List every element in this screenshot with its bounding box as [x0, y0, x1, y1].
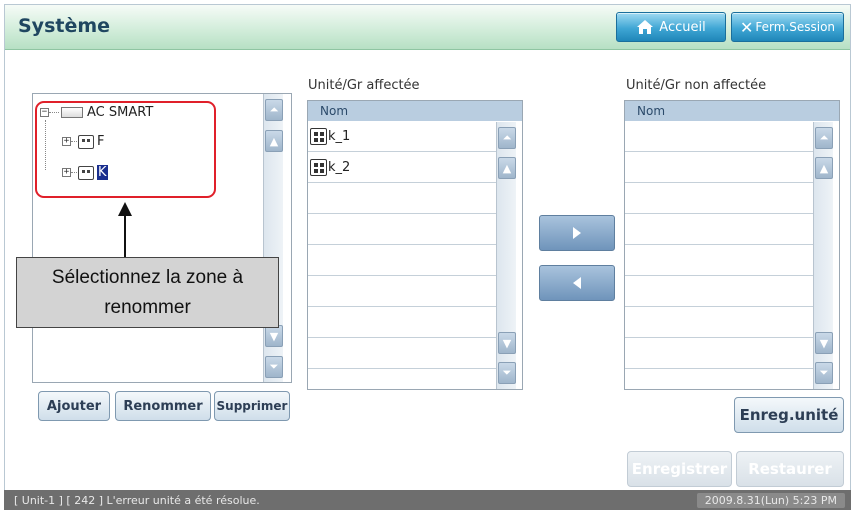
list-row-empty [625, 153, 813, 183]
close-icon: ✕ [739, 17, 754, 37]
home-button[interactable]: Accueil [616, 12, 726, 42]
arrow-line [124, 213, 126, 257]
move-right-button[interactable] [539, 215, 615, 251]
list-item-label: k_1 [328, 129, 351, 144]
home-icon [637, 20, 654, 34]
list-row-empty [625, 122, 813, 152]
rename-button[interactable]: Renommer [115, 391, 211, 421]
list-row-empty [308, 308, 496, 338]
scroll-down-icon[interactable]: ▼ [815, 332, 833, 354]
app-window: Système Accueil ✕ Ferm.Session − AC SMAR… [4, 4, 851, 510]
add-button[interactable]: Ajouter [38, 391, 110, 421]
list-row-empty [625, 215, 813, 245]
list-item[interactable]: k_2 [308, 153, 496, 183]
unassigned-column-header: Nom [625, 101, 839, 121]
assigned-list-title: Unité/Gr affectée [308, 78, 420, 93]
scroll-down-icon[interactable]: ▼ [498, 332, 516, 354]
list-row-empty [308, 215, 496, 245]
list-row-empty [625, 277, 813, 307]
scroll-top-icon[interactable]: ⏶ [265, 99, 283, 121]
move-left-button[interactable] [539, 265, 615, 301]
scroll-up-icon[interactable]: ▲ [265, 130, 283, 152]
highlight-box [35, 101, 216, 198]
scroll-top-icon[interactable]: ⏶ [815, 127, 833, 149]
unassigned-list-title: Unité/Gr non affectée [626, 78, 767, 93]
assigned-scrollbar[interactable]: ⏶ ▲ ▼ ⏷ [496, 122, 516, 389]
scroll-up-icon[interactable]: ▲ [498, 157, 516, 179]
unit-group-icon [310, 128, 327, 145]
list-row-empty [308, 246, 496, 276]
unit-group-icon [310, 159, 327, 176]
assigned-list[interactable]: Nom k_1 k_2 ⏶ ▲ ▼ ⏷ [307, 100, 523, 390]
restore-button[interactable]: Restaurer [736, 451, 844, 487]
assigned-column-header: Nom [308, 101, 522, 121]
list-item-label: k_2 [328, 160, 351, 175]
delete-button[interactable]: Supprimer [214, 391, 290, 421]
scroll-top-icon[interactable]: ⏶ [498, 127, 516, 149]
list-item[interactable]: k_1 [308, 122, 496, 152]
scroll-bottom-icon[interactable]: ⏷ [815, 362, 833, 384]
unassigned-scrollbar[interactable]: ⏶ ▲ ▼ ⏷ [813, 122, 833, 389]
scroll-bottom-icon[interactable]: ⏷ [498, 362, 516, 384]
list-row-empty [308, 184, 496, 214]
header-bar: Système Accueil ✕ Ferm.Session [5, 5, 850, 50]
status-bar: [ Unit-1 ] [ 242 ] L'erreur unité a été … [4, 490, 851, 510]
scroll-bottom-icon[interactable]: ⏷ [265, 356, 283, 378]
list-row-empty [625, 246, 813, 276]
page-title: Système [18, 15, 111, 37]
list-row-empty [625, 339, 813, 369]
save-button[interactable]: Enregistrer [627, 451, 732, 487]
logout-button-label: Ferm.Session [755, 20, 836, 34]
list-row-empty [308, 277, 496, 307]
save-unit-button[interactable]: Enreg.unité [734, 397, 844, 433]
instruction-callout: Sélectionnez la zone à renommer [16, 257, 279, 328]
list-row-empty [308, 339, 496, 369]
tree-scrollbar[interactable]: ⏶ ▲ ▼ ⏷ [263, 94, 283, 382]
scroll-down-icon[interactable]: ▼ [265, 325, 283, 347]
status-datetime: 2009.8.31(Lun) 5:23 PM [696, 492, 845, 508]
arrow-left-icon [573, 277, 581, 289]
arrow-right-icon [573, 227, 581, 239]
scroll-up-icon[interactable]: ▲ [815, 157, 833, 179]
list-row-empty [625, 308, 813, 338]
logout-button[interactable]: ✕ Ferm.Session [731, 12, 844, 42]
home-button-label: Accueil [659, 19, 706, 35]
list-row-empty [625, 184, 813, 214]
status-message: [ Unit-1 ] [ 242 ] L'erreur unité a été … [14, 493, 260, 507]
unassigned-list[interactable]: Nom ⏶ ▲ ▼ ⏷ [624, 100, 840, 390]
